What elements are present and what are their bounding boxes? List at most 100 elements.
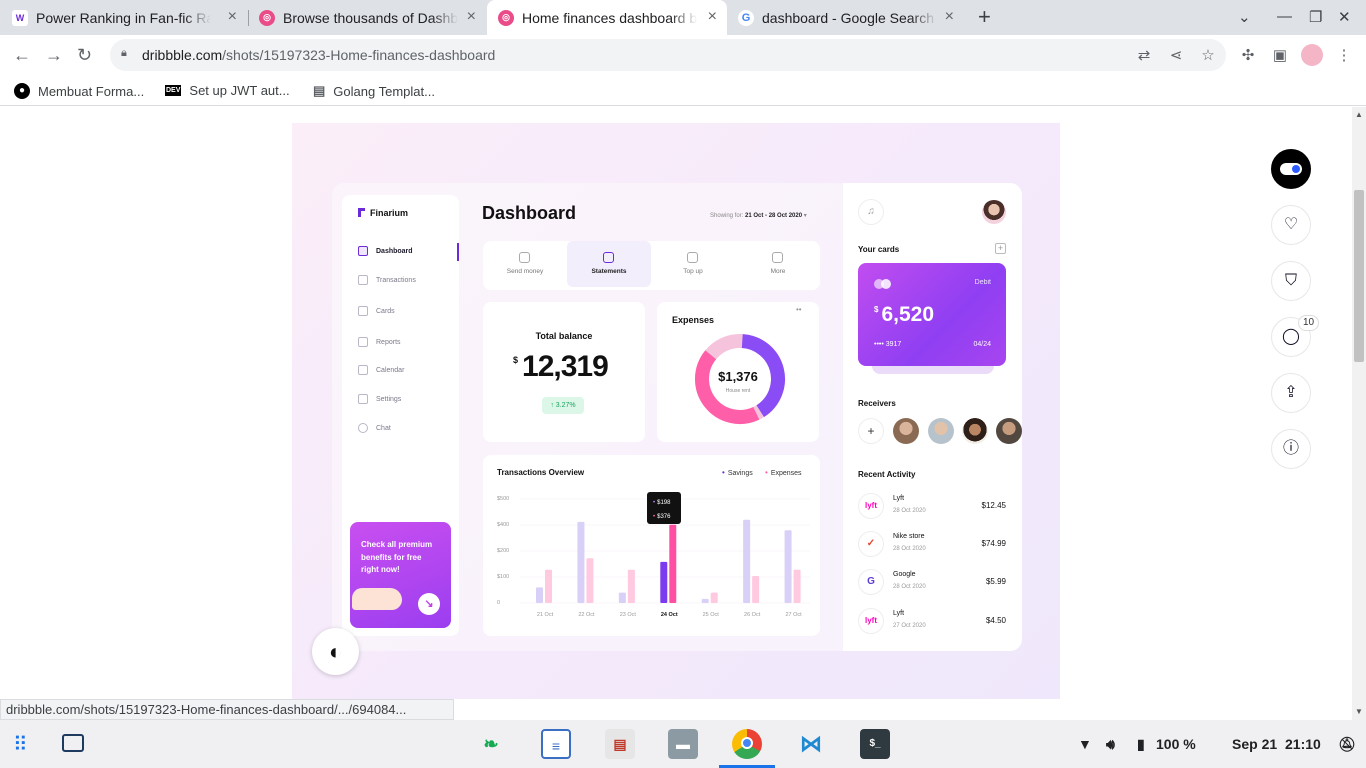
tab-title: dashboard - Google Search (762, 9, 934, 26)
bookmark-icon[interactable]: ⛉ (1271, 261, 1311, 301)
overview-windows-icon[interactable] (62, 734, 84, 752)
bar-savings-25-oct[interactable] (701, 598, 709, 603)
legend-expenses: • Expenses (765, 468, 802, 477)
bar-expenses-22-oct[interactable] (586, 558, 594, 603)
bar-savings-21-oct[interactable] (536, 587, 543, 603)
app-launcher-icon[interactable]: ⠿ (13, 732, 28, 757)
bookmark-2[interactable]: DEV Set up JWT aut... (165, 83, 290, 98)
battery-icon[interactable]: ▮ (1137, 736, 1145, 753)
premium-promo[interactable]: Check all premium benefits for free righ… (350, 522, 451, 628)
close-icon[interactable]: × (945, 9, 954, 25)
contrast-toggle-icon[interactable]: ◐ (312, 628, 359, 675)
add-receiver-button[interactable]: + (858, 418, 884, 444)
add-card-icon[interactable]: + (995, 243, 1006, 254)
designer-avatar[interactable] (1271, 149, 1311, 189)
debit-card[interactable]: Debit $6,520 •••• 3917 04/24 (858, 263, 1006, 366)
nav-dashboard[interactable]: Dashboard (358, 246, 413, 256)
bar-savings-26-oct[interactable] (743, 519, 751, 603)
bar-savings-23-oct[interactable] (618, 592, 626, 603)
more-dots-icon[interactable]: •• (796, 305, 802, 314)
back-icon[interactable]: ← (13, 45, 31, 65)
scroll-down-icon[interactable]: ▼ (1355, 707, 1363, 716)
tab-3-active[interactable]: ◎ Home finances dashboard b × (487, 0, 727, 35)
nav-settings[interactable]: Settings (358, 394, 401, 404)
lock-icon[interactable]: 🔒︎ (121, 47, 127, 60)
forward-icon[interactable]: → (45, 45, 63, 65)
bar-savings-22-oct[interactable] (577, 521, 585, 603)
bookmark-star-icon[interactable]: ☆ (1198, 46, 1218, 64)
bar-savings-27-oct[interactable] (784, 530, 792, 603)
close-icon[interactable]: × (708, 9, 717, 25)
profile-avatar[interactable] (1301, 44, 1323, 66)
bookmark-3[interactable]: ▤ Golang Templat... (313, 83, 435, 99)
activity-item[interactable]: G Google 28 Oct 2020 $5.99 (858, 569, 1008, 597)
menu-kebab-icon[interactable]: ⋮ (1334, 46, 1354, 64)
activity-item[interactable]: lyft Lyft 28 Oct 2020 $12.45 (858, 493, 1008, 521)
receiver-avatar[interactable] (893, 418, 919, 444)
wifi-icon[interactable]: ▼ (1078, 736, 1092, 752)
new-tab-button[interactable]: + (978, 4, 991, 30)
action-top-up[interactable]: Top up (651, 241, 735, 287)
date-range[interactable]: Showing for: 21 Oct - 28 Oct 2020 ▾ (710, 212, 807, 219)
card-type: Debit (974, 279, 991, 286)
close-window-icon[interactable]: ✕ (1338, 8, 1351, 26)
activity-item[interactable]: lyft Lyft 27 Oct 2020 $4.50 (858, 608, 1008, 636)
time[interactable]: 21:10 (1285, 736, 1321, 752)
bar-expenses-21-oct[interactable] (545, 569, 552, 603)
nav-chat[interactable]: Chat (358, 423, 391, 433)
scroll-up-icon[interactable]: ▲ (1355, 110, 1363, 119)
arrow-icon[interactable]: ↘ (418, 593, 440, 615)
receiver-avatar[interactable] (928, 418, 954, 444)
tab-search-icon[interactable]: ⌄ (1238, 8, 1251, 26)
bookmark-1[interactable]: ● Membuat Forma... (14, 83, 144, 99)
maximize-icon[interactable]: ❐ (1309, 8, 1322, 26)
mongodb-compass-icon[interactable]: ❧ (476, 729, 506, 759)
bar-expenses-24-oct[interactable] (669, 524, 677, 603)
bar-savings-24-oct[interactable] (660, 561, 668, 603)
tab-1[interactable]: W Power Ranking in Fan-fic Ra × (12, 0, 247, 35)
battery-level[interactable]: 100 % (1156, 736, 1196, 752)
info-icon[interactable]: ⓘ (1271, 429, 1311, 469)
extensions-icon[interactable]: ✣ (1238, 46, 1258, 64)
share-icon[interactable]: ⋖ (1166, 46, 1186, 64)
close-icon[interactable]: × (467, 9, 476, 25)
nav-transactions[interactable]: Transactions (358, 275, 416, 285)
nav-cards[interactable]: Cards (358, 306, 395, 316)
finarium-logo: Finarium (358, 208, 408, 218)
share-upload-icon[interactable]: ⇪ (1271, 373, 1311, 413)
user-avatar[interactable] (982, 200, 1006, 224)
receiver-avatar[interactable] (996, 418, 1022, 444)
nav-reports[interactable]: Reports (358, 337, 401, 347)
tab-2[interactable]: ◎ Browse thousands of Dashb × (251, 0, 486, 35)
action-more[interactable]: More (736, 241, 820, 287)
minimize-icon[interactable]: — (1277, 8, 1292, 25)
document-viewer-icon[interactable]: ▤ (605, 729, 635, 759)
volume-icon[interactable]: 🔊︎ (1106, 736, 1115, 753)
text-editor-icon[interactable]: ≡ (541, 729, 571, 759)
like-heart-icon[interactable]: ♡ (1271, 205, 1311, 245)
terminal-icon[interactable]: $_ (860, 729, 890, 759)
side-panel-icon[interactable]: ▣ (1270, 46, 1290, 64)
activity-item[interactable]: ✓ Nike store 28 Oct 2020 $74.99 (858, 531, 1008, 559)
bar-expenses-25-oct[interactable] (710, 592, 718, 603)
chrome-icon[interactable] (732, 729, 762, 759)
notifications-off-icon[interactable]: 🔕︎ (1338, 736, 1356, 753)
bar-expenses-26-oct[interactable] (752, 575, 760, 603)
reload-icon[interactable]: ↻ (77, 45, 92, 65)
bar-expenses-23-oct[interactable] (627, 569, 635, 603)
bell-icon[interactable]: ♫ (858, 199, 884, 225)
date[interactable]: Sep 21 (1232, 736, 1277, 752)
tab-4[interactable]: G dashboard - Google Search × (728, 0, 964, 35)
nav-calendar[interactable]: Calendar (358, 365, 404, 375)
bar-expenses-27-oct[interactable] (793, 569, 801, 603)
files-icon[interactable]: ▬ (668, 729, 698, 759)
url-text[interactable]: dribbble.com/shots/15197323-Home-finance… (142, 47, 495, 63)
scrollbar-thumb[interactable] (1354, 190, 1364, 362)
translate-icon[interactable]: ⇄ (1134, 46, 1154, 64)
close-icon[interactable]: × (228, 9, 237, 25)
action-send-money[interactable]: Send money (483, 241, 567, 287)
vscode-icon[interactable]: ⋈ (796, 729, 826, 759)
x-tick-label: 21 Oct (536, 612, 554, 618)
receiver-avatar[interactable] (962, 418, 988, 444)
action-statements[interactable]: Statements (567, 241, 651, 287)
